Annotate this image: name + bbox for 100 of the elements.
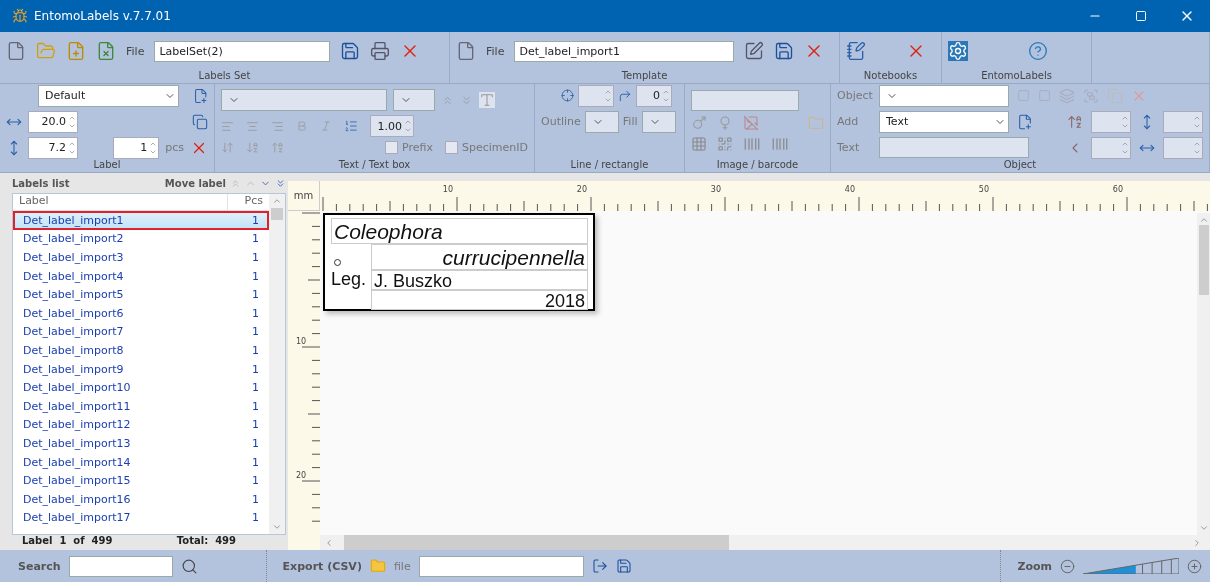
number-spinner[interactable] [578, 84, 614, 107]
barcode-icon[interactable] [743, 135, 761, 153]
scrollbar[interactable] [269, 194, 285, 534]
search-field[interactable] [68, 555, 173, 577]
scroll-thumb[interactable] [271, 208, 283, 220]
text-field[interactable] [879, 137, 1029, 158]
number-spinner[interactable] [1163, 110, 1203, 133]
move-top-icon[interactable] [230, 177, 241, 189]
layers-icon[interactable] [1059, 87, 1075, 104]
new-file-icon[interactable] [6, 41, 26, 61]
outline-dropdown[interactable] [584, 110, 619, 133]
female-icon[interactable] [717, 115, 733, 131]
scroll-right-icon[interactable] [1192, 537, 1202, 548]
new-file-icon[interactable] [456, 41, 476, 61]
edit-icon[interactable] [744, 41, 765, 61]
male-icon[interactable] [691, 115, 707, 131]
copy-icon[interactable] [192, 113, 208, 130]
font-size-dropdown[interactable] [393, 89, 435, 111]
number-spinner[interactable]: 0 [636, 84, 672, 107]
list-row[interactable]: Det_label_import4 1 [13, 266, 269, 286]
export-file-field[interactable] [418, 555, 584, 577]
list-row[interactable]: Det_label_import9 1 [13, 359, 269, 379]
remove-image-icon[interactable] [743, 115, 759, 131]
zoom-slider[interactable] [1083, 558, 1179, 574]
number-spinner[interactable] [1091, 110, 1131, 133]
file-add-icon[interactable] [66, 41, 86, 61]
scroll-up-icon[interactable] [1198, 215, 1209, 225]
scroll-thumb[interactable] [344, 535, 729, 550]
number-spinner[interactable]: 7.2 [28, 136, 78, 159]
fill-dropdown[interactable] [641, 110, 676, 133]
barcode-icon[interactable] [771, 135, 789, 153]
checkbox-label: Prefix [402, 141, 433, 154]
scroll-up-icon[interactable] [272, 196, 282, 206]
list-row[interactable]: Det_label_import3 1 [13, 248, 269, 267]
notebook-icon[interactable] [846, 41, 866, 61]
file-remove-icon[interactable] [96, 41, 116, 61]
group-icon[interactable] [1083, 87, 1099, 104]
style-dropdown[interactable]: Default [38, 84, 179, 107]
datamatrix-icon[interactable] [691, 136, 707, 152]
list-row[interactable]: Det_label_import6 1 [13, 303, 269, 323]
list-row[interactable]: Det_label_import7 1 [13, 322, 269, 342]
file-name-field[interactable]: LabelSet(2) [154, 40, 331, 62]
folder-icon[interactable] [808, 115, 824, 131]
number-spinner[interactable]: 20.0 [28, 110, 78, 133]
scrollbar[interactable] [320, 535, 1210, 550]
corner-radius-icon[interactable] [618, 88, 632, 103]
object-dropdown[interactable] [879, 84, 1009, 107]
list-row[interactable]: Det_label_import2 1 [13, 229, 269, 249]
scroll-left-icon[interactable] [324, 537, 334, 548]
help-icon[interactable] [1028, 41, 1048, 61]
qr-code-icon[interactable] [717, 136, 733, 152]
align-left-icon[interactable] [221, 119, 234, 133]
add-object-icon[interactable] [1017, 113, 1033, 130]
bold-icon[interactable] [296, 120, 308, 132]
printer-icon[interactable] [370, 41, 391, 61]
list-row[interactable]: Det_label_import11 1 [13, 396, 269, 416]
number-spinner[interactable]: 1.00 [370, 115, 414, 137]
file-name-field[interactable]: Det_label_import1 [514, 40, 735, 62]
open-folder-icon[interactable] [36, 41, 56, 61]
list-row[interactable]: Det_label_import10 1 [13, 378, 269, 397]
list-row[interactable]: Det_label_import14 1 [13, 452, 269, 472]
checkbox[interactable] [445, 141, 458, 154]
image-field[interactable] [691, 90, 799, 111]
save-icon[interactable] [340, 41, 361, 61]
list-row[interactable]: Det_label_import17 1 [13, 508, 269, 528]
scroll-down-icon[interactable] [1198, 523, 1209, 533]
scroll-thumb[interactable] [1198, 225, 1209, 295]
italic-icon[interactable] [320, 120, 332, 132]
add-dropdown[interactable]: Text [879, 110, 1009, 133]
number-spinner[interactable]: 1 [113, 136, 160, 159]
checkbox[interactable] [385, 141, 399, 154]
font-dropdown[interactable] [221, 89, 387, 111]
zoom-in-icon[interactable] [1187, 558, 1202, 574]
export-icon[interactable] [591, 558, 608, 574]
list-row[interactable]: Det_label_import1 1 [13, 211, 269, 230]
add-label-icon[interactable] [192, 87, 208, 104]
move-label-text: Move label [164, 177, 226, 189]
scroll-down-icon[interactable] [272, 522, 282, 532]
list-row[interactable]: Det_label_import15 1 [13, 471, 269, 490]
font-color-icon[interactable] [479, 92, 495, 108]
list-row[interactable]: Det_label_import5 1 [13, 285, 269, 304]
align-center-icon[interactable] [246, 119, 259, 133]
line-spacing-icon[interactable] [344, 119, 358, 133]
list-row[interactable]: Det_label_import13 1 [13, 434, 269, 453]
zoom-out-icon[interactable] [1060, 558, 1075, 574]
move-bottom-icon[interactable] [275, 177, 286, 189]
align-right-icon[interactable] [271, 119, 284, 133]
number-spinner[interactable] [1091, 136, 1131, 159]
list-row[interactable]: Det_label_import8 1 [13, 341, 269, 360]
column-header[interactable]: Label [13, 194, 227, 210]
number-spinner[interactable] [1163, 136, 1203, 159]
folder-icon[interactable] [369, 558, 386, 574]
search-icon[interactable] [180, 557, 198, 575]
settings-icon[interactable] [948, 41, 968, 61]
text-direction-icon[interactable] [221, 141, 234, 154]
list-row[interactable]: Det_label_import16 1 [13, 489, 269, 509]
scrollbar[interactable] [1197, 213, 1210, 535]
save-icon[interactable] [774, 41, 795, 61]
save-icon[interactable] [615, 558, 632, 574]
list-row[interactable]: Det_label_import12 1 [13, 415, 269, 435]
